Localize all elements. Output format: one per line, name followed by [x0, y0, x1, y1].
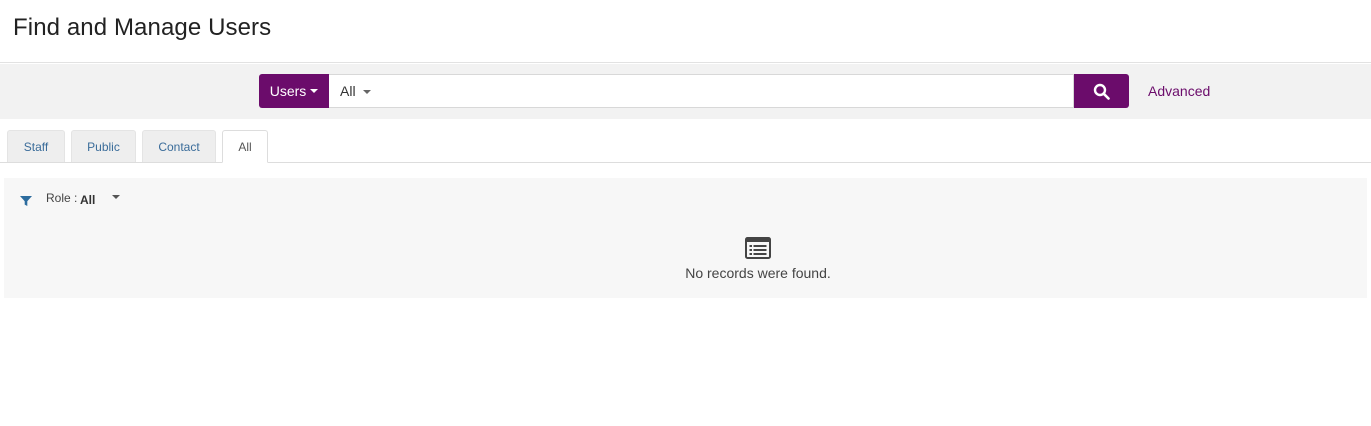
- list-icon: [745, 237, 771, 259]
- filter-icon[interactable]: [19, 194, 33, 208]
- search-field-dropdown[interactable]: All: [340, 83, 372, 99]
- chevron-down-icon: [310, 89, 319, 93]
- page: Find and Manage Users Users All Advanced…: [0, 0, 1371, 426]
- chevron-down-icon[interactable]: [112, 195, 120, 199]
- search-icon: [1093, 83, 1110, 100]
- user-type-tabs: Staff Public Contact All: [0, 130, 1371, 163]
- search-field-label: All: [340, 83, 356, 99]
- role-filter-label: Role :: [46, 191, 78, 205]
- tab-staff[interactable]: Staff: [7, 130, 65, 162]
- page-title: Find and Manage Users: [13, 14, 272, 41]
- search-scope-label: Users: [269, 83, 307, 99]
- title-bar: Find and Manage Users: [0, 0, 1371, 63]
- search-scope-dropdown[interactable]: Users: [259, 74, 329, 108]
- search-input[interactable]: [379, 76, 1073, 108]
- chevron-down-icon: [363, 90, 372, 95]
- advanced-search-link[interactable]: Advanced: [1148, 83, 1210, 99]
- role-filter-value[interactable]: All: [80, 193, 95, 207]
- search-button[interactable]: [1074, 74, 1129, 108]
- search-bar: Users All Advanced: [0, 64, 1371, 119]
- empty-results-message: No records were found.: [685, 265, 831, 281]
- search-box: All: [329, 74, 1074, 108]
- tab-public[interactable]: Public: [71, 130, 136, 162]
- tab-contact[interactable]: Contact: [142, 130, 216, 162]
- tab-all[interactable]: All: [222, 130, 268, 163]
- results-panel: Role : All No records were found.: [4, 178, 1367, 298]
